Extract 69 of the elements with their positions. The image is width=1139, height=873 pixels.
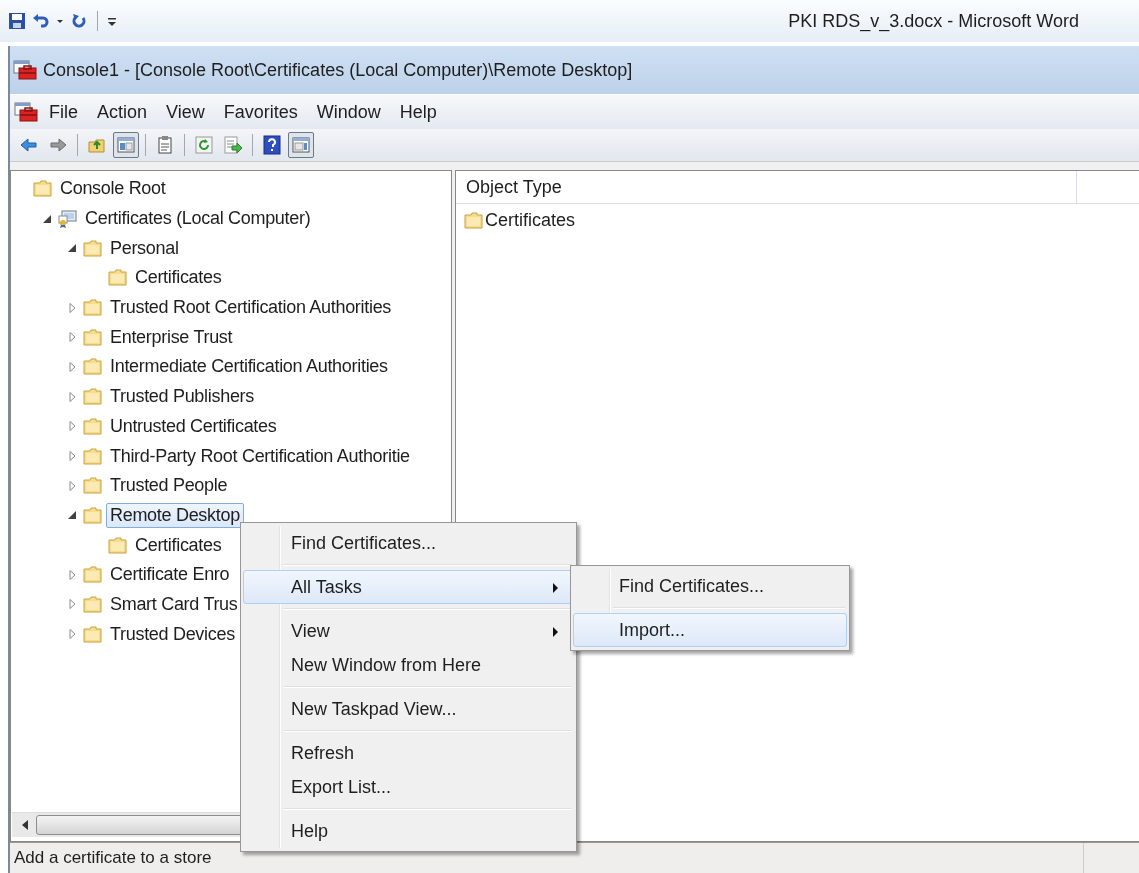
menu-item[interactable]: Help: [243, 814, 574, 848]
tree-item[interactable]: Certificates: [131, 265, 226, 291]
list-item[interactable]: Certificates: [485, 210, 576, 231]
toolbox-icon: [14, 101, 38, 123]
menu-item[interactable]: View: [243, 614, 574, 648]
tree-item[interactable]: Certificate Enro: [106, 562, 234, 588]
tree-item[interactable]: Trusted People: [106, 473, 232, 499]
folder-icon: [464, 212, 483, 229]
folder-icon: [83, 299, 102, 317]
folder-icon: [83, 358, 102, 376]
export-list-icon: [223, 135, 243, 155]
menu-item[interactable]: Export List...: [243, 770, 574, 804]
folder-icon: [83, 595, 102, 613]
certificate-computer-icon: [58, 209, 77, 228]
folder-icon: [83, 239, 102, 257]
folder-icon: [83, 417, 102, 435]
forward-arrow-icon: [48, 135, 68, 155]
save-icon[interactable]: [8, 12, 26, 30]
menu-item[interactable]: Help: [390, 98, 447, 126]
menu-item[interactable]: Favorites: [214, 98, 308, 126]
menu-item[interactable]: Refresh: [243, 736, 574, 770]
menu-item[interactable]: Action: [88, 98, 158, 126]
toolbox-icon: [13, 59, 37, 81]
column-header[interactable]: Object Type: [456, 171, 1077, 203]
document-title: PKI RDS_v_3.docx - Microsoft Word: [788, 10, 1079, 32]
menu-item[interactable]: Find Certificates...: [573, 569, 847, 603]
tree-item[interactable]: Certificates (Local Computer): [81, 206, 315, 232]
tree-item[interactable]: Intermediate Certification Authorities: [106, 354, 392, 380]
tree-item[interactable]: Trusted Devices: [106, 621, 239, 647]
folder-icon: [83, 506, 102, 524]
pane-layout-icon: [116, 135, 136, 155]
folder-icon: [83, 477, 102, 495]
tree-item[interactable]: Third-Party Root Certification Authoritie: [106, 443, 414, 469]
refresh-icon: [194, 135, 214, 155]
tree-item[interactable]: Untrusted Certificates: [106, 413, 281, 439]
tree-item[interactable]: Console Root: [56, 176, 170, 202]
tree-item[interactable]: Remote Desktop: [106, 502, 244, 528]
folder-icon: [83, 625, 102, 643]
folder-icon: [33, 180, 52, 198]
tree-item[interactable]: Enterprise Trust: [106, 324, 237, 350]
back-arrow-icon: [19, 135, 39, 155]
undo-icon[interactable]: [32, 12, 50, 30]
menu-item[interactable]: Find Certificates...: [243, 526, 574, 560]
folder-icon: [83, 388, 102, 406]
window-title: Console1 - [Console Root\Certificates (Local Computer)\Remote Desktop]: [43, 59, 633, 81]
folder-icon: [83, 328, 102, 346]
tree-item[interactable]: Personal: [106, 235, 183, 261]
scroll-left-icon[interactable]: [20, 819, 30, 831]
folder-icon: [83, 566, 102, 584]
menu-item[interactable]: File: [40, 98, 88, 126]
pane-layout-icon: [291, 135, 311, 155]
clipboard-icon: [155, 135, 175, 155]
folder-icon: [108, 536, 127, 554]
menu-item[interactable]: Import...: [573, 613, 847, 647]
menu-item[interactable]: Window: [307, 98, 391, 126]
tree-item[interactable]: Certificates: [131, 532, 226, 558]
menu-item[interactable]: View: [157, 98, 215, 126]
toolbar-button[interactable]: [288, 132, 314, 158]
menu-item[interactable]: New Taskpad View...: [243, 692, 574, 726]
tree-item[interactable]: Trusted Root Certification Authorities: [106, 295, 396, 321]
tree-item[interactable]: Trusted Publishers: [106, 384, 258, 410]
tree-item[interactable]: Smart Card Trus: [106, 591, 242, 617]
menu-item[interactable]: New Window from Here: [243, 648, 574, 682]
toolbar-button[interactable]: [113, 132, 139, 158]
folder-icon: [83, 447, 102, 465]
folder-icon: [108, 269, 127, 287]
status-text: Add a certificate to a store: [13, 848, 213, 868]
help-icon: [262, 135, 282, 155]
repeat-icon[interactable]: [70, 12, 88, 30]
